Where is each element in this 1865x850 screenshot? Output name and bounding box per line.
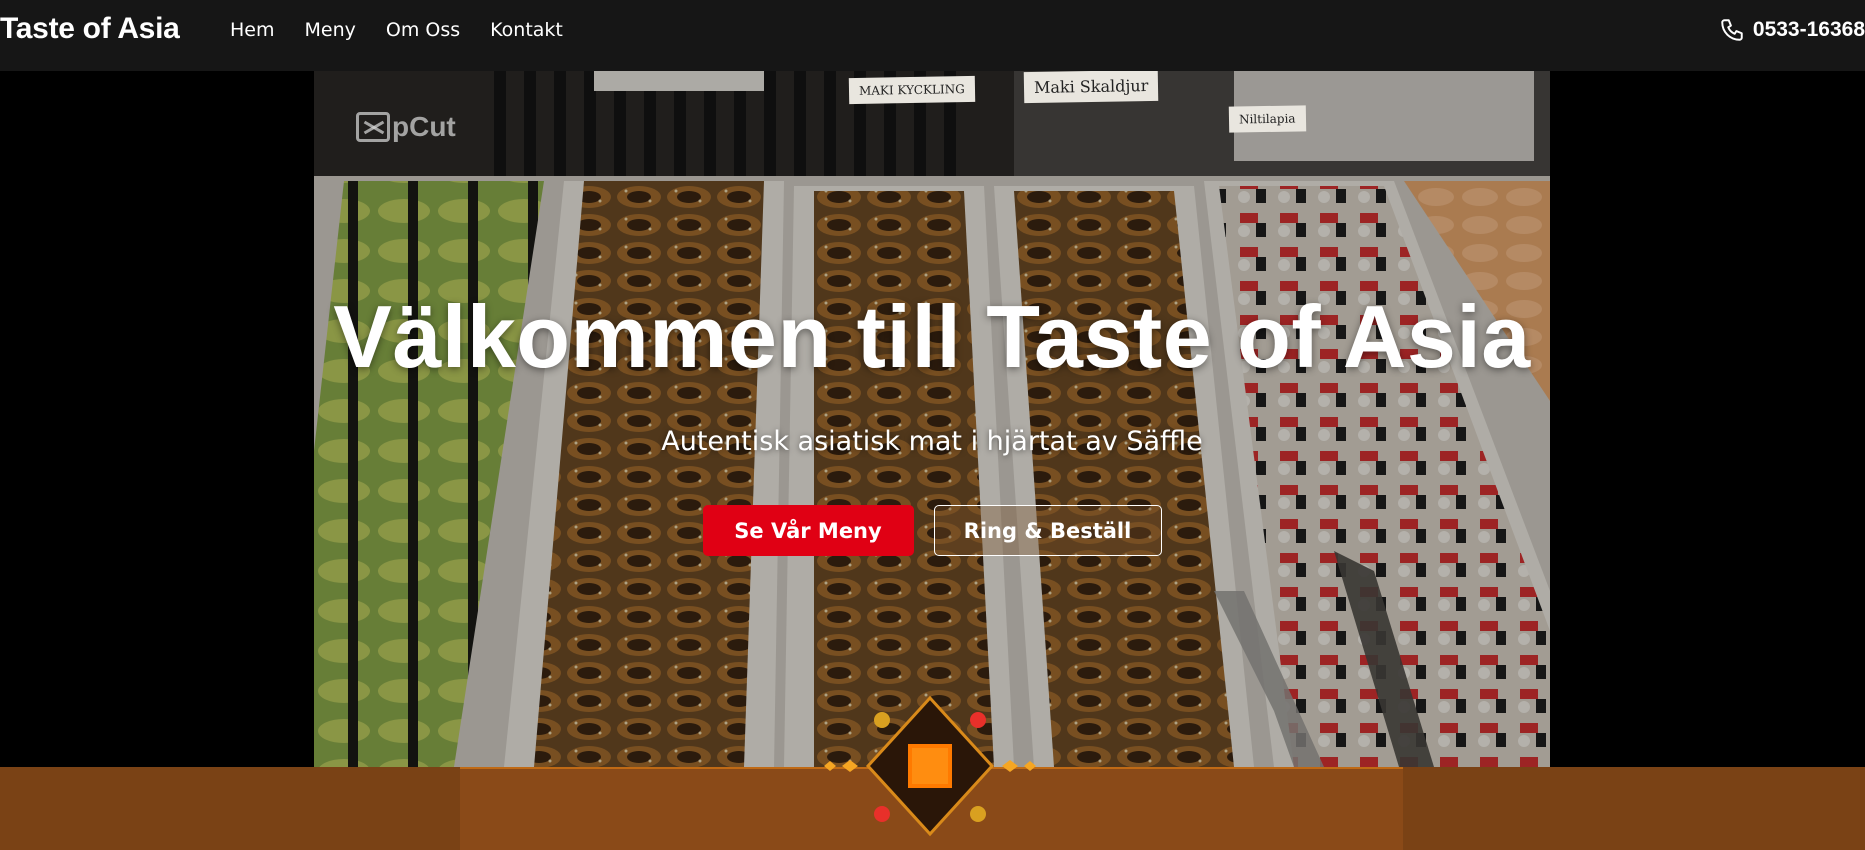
menu-label-card: MAKI KYCKLING: [848, 75, 975, 105]
watermark-text: pCut: [392, 111, 456, 142]
menu-label-card: Maki Skaldjur: [1023, 71, 1159, 104]
call-order-button[interactable]: Ring & Beställ: [933, 505, 1162, 556]
nav-link-om-oss[interactable]: Om Oss: [386, 19, 460, 41]
nav-links: Hem Meny Om Oss Kontakt: [230, 19, 593, 41]
top-navbar: Taste of Asia Hem Meny Om Oss Kontakt 05…: [0, 0, 1865, 71]
hero-title: Välkommen till Taste of Asia: [333, 287, 1531, 386]
hero-section: MAKI KYCKLING Maki Skaldjur Niltilapia p…: [314, 71, 1550, 767]
brand-logo[interactable]: Taste of Asia: [0, 12, 180, 46]
phone-icon: [1721, 19, 1743, 41]
nav-link-meny[interactable]: Meny: [305, 19, 356, 41]
diamond-ornament-icon: [824, 695, 1036, 837]
phone-number: 0533-16368: [1752, 18, 1865, 41]
hero-buttons: Se Vår Meny Ring & Beställ: [314, 505, 1550, 556]
phone-link[interactable]: 0533-16368: [1719, 17, 1865, 43]
hero-overlay: [314, 71, 1550, 767]
nav-link-hem[interactable]: Hem: [230, 19, 275, 41]
view-menu-button[interactable]: Se Vår Meny: [702, 505, 914, 556]
video-watermark: pCut: [356, 111, 456, 143]
nav-link-kontakt[interactable]: Kontakt: [490, 19, 563, 41]
menu-label-card: Niltilapia: [1228, 105, 1306, 133]
hero-subtitle: Autentisk asiatisk mat i hjärtat av Säff…: [661, 426, 1203, 457]
capcut-icon: [356, 112, 390, 142]
